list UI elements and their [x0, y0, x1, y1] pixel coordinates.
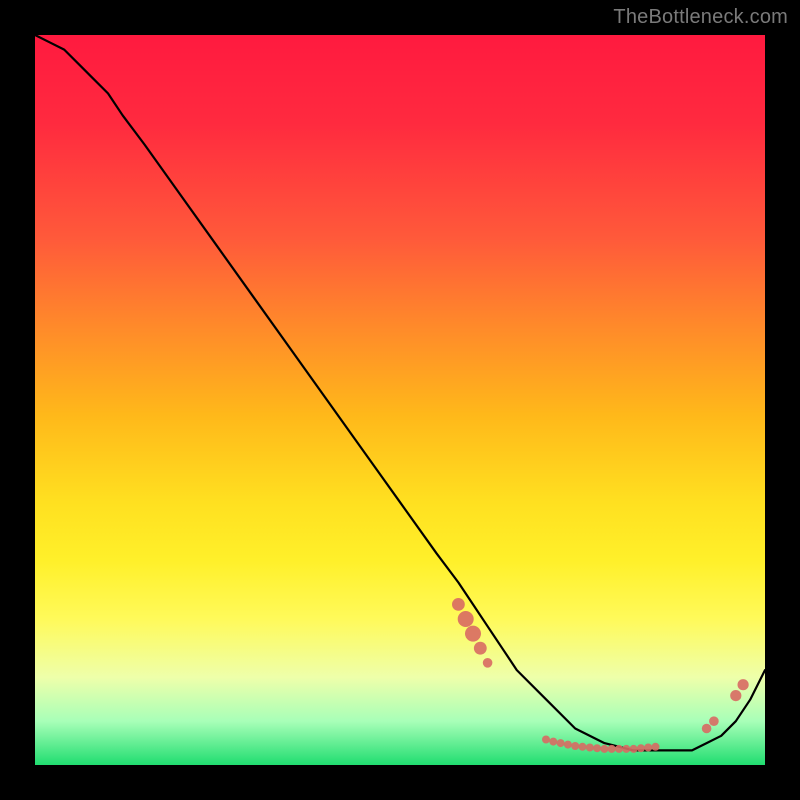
main-curve — [35, 35, 765, 750]
data-marker — [644, 744, 652, 752]
data-marker — [586, 744, 594, 752]
data-marker — [738, 679, 749, 690]
watermark-text: TheBottleneck.com — [613, 6, 788, 29]
chart-svg — [35, 35, 765, 765]
data-marker — [542, 736, 550, 744]
data-marker — [458, 611, 474, 627]
plot-area — [35, 35, 765, 765]
data-marker — [483, 658, 493, 668]
data-marker — [600, 745, 608, 753]
data-marker — [593, 744, 601, 752]
data-marker — [622, 745, 630, 753]
data-marker — [452, 598, 465, 611]
data-marker — [652, 743, 660, 751]
data-marker — [549, 738, 557, 746]
data-marker — [630, 745, 638, 753]
chart-frame: TheBottleneck.com — [0, 0, 800, 800]
data-marker — [608, 745, 616, 753]
data-marker — [730, 690, 741, 701]
data-marker — [637, 744, 645, 752]
data-marker — [564, 741, 572, 749]
data-marker — [474, 642, 487, 655]
data-marker — [571, 742, 579, 750]
data-marker — [702, 724, 712, 734]
marker-group — [452, 598, 749, 753]
data-marker — [615, 745, 623, 753]
data-marker — [465, 626, 481, 642]
data-marker — [557, 739, 565, 747]
data-marker — [579, 743, 587, 751]
data-marker — [709, 716, 719, 726]
